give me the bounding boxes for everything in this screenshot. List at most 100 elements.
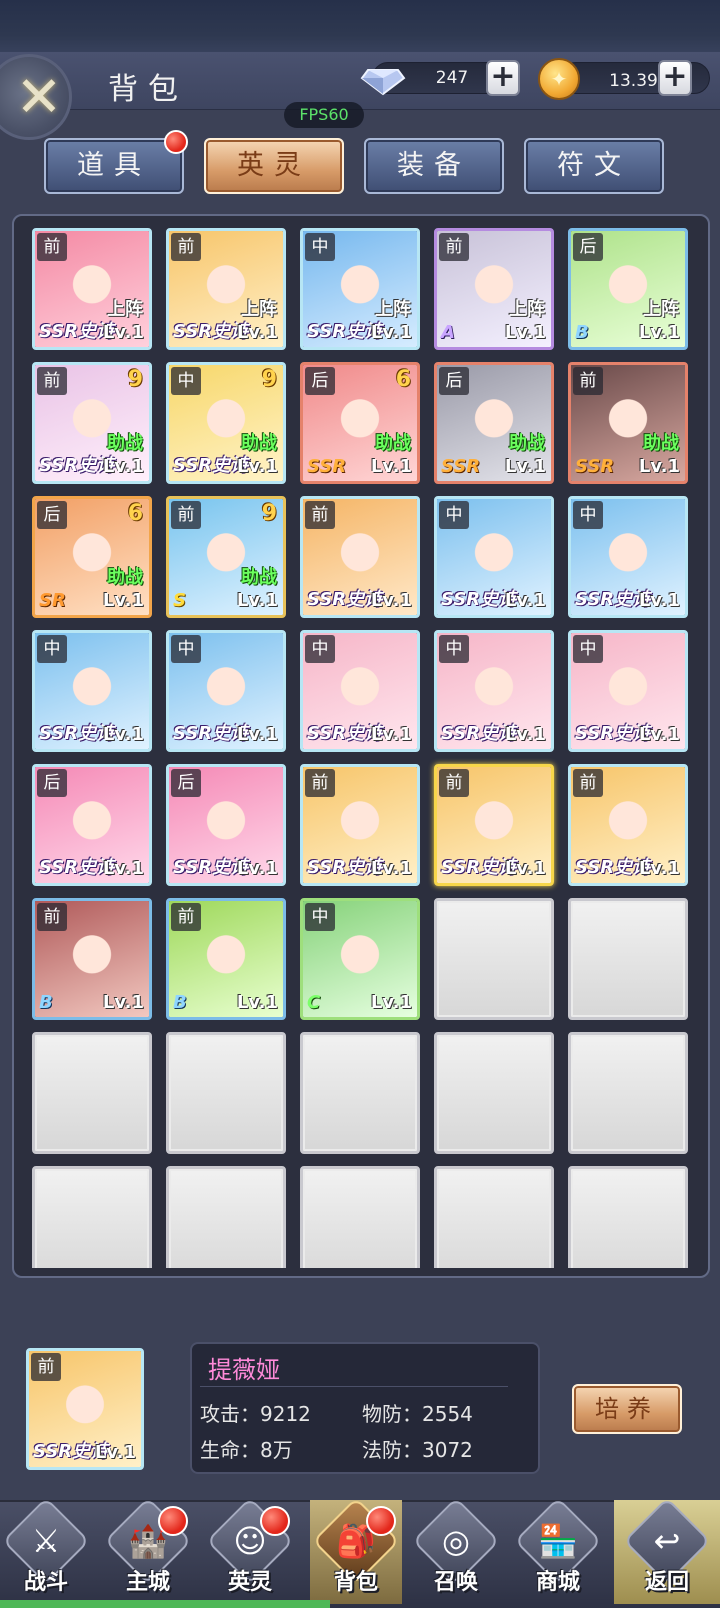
deploy-status: 助战: [241, 567, 277, 588]
rarity-badge: C: [307, 992, 321, 1013]
empty-slot[interactable]: [32, 1166, 152, 1268]
position-tag: 中: [573, 635, 603, 663]
hp-stat: 生命：8万: [200, 1434, 293, 1463]
tab-runes[interactable]: 符文: [524, 138, 664, 194]
hero-card[interactable]: 前 SSR史诗 Lv.1: [434, 764, 554, 886]
hero-card[interactable]: 前助战 SSR Lv.1: [568, 362, 688, 484]
deploy-status: 助战: [107, 567, 143, 588]
cultivate-button[interactable]: 培养: [572, 1384, 682, 1434]
close-button[interactable]: ✕: [0, 54, 72, 140]
gem-amount: 247: [435, 68, 469, 88]
deploy-status: 上阵: [509, 299, 545, 320]
position-tag: 后: [37, 501, 67, 529]
deploy-status: 助战: [375, 433, 411, 454]
hero-card[interactable]: 中 SSR史诗 Lv.1: [568, 496, 688, 618]
rarity-badge: SR: [39, 590, 66, 611]
hero-card[interactable]: 中上阵 SSR史诗 Lv.1: [300, 228, 420, 350]
position-tag: 中: [171, 635, 201, 663]
physical-defense-stat: 物防：2554: [362, 1398, 473, 1427]
empty-slot[interactable]: [300, 1166, 420, 1268]
empty-slot[interactable]: [434, 1032, 554, 1154]
level-label: Lv.1: [504, 456, 546, 477]
position-tag: 后: [37, 769, 67, 797]
nav-4[interactable]: ◎ 召唤: [410, 1497, 502, 1604]
position-tag: 前: [31, 1353, 61, 1381]
nav-label: 英灵: [227, 1569, 272, 1595]
level-label: Lv.1: [504, 322, 546, 343]
position-tag: 中: [439, 635, 469, 663]
notification-dot-icon: [164, 130, 188, 154]
hero-card[interactable]: 前 SSR史诗 Lv.1: [300, 764, 420, 886]
hero-card[interactable]: 后 SSR史诗 Lv.1: [166, 764, 286, 886]
hero-card[interactable]: 中 SSR史诗 Lv.1: [434, 496, 554, 618]
hero-card[interactable]: 中 SSR史诗 Lv.1: [300, 630, 420, 752]
hero-card[interactable]: 前 B Lv.1: [32, 898, 152, 1020]
empty-slot[interactable]: [434, 1166, 554, 1268]
hero-card[interactable]: 中 SSR史诗 Lv.1: [568, 630, 688, 752]
nav-2[interactable]: ☺ 英灵: [204, 1497, 296, 1604]
level-label: Lv.1: [638, 456, 680, 477]
hero-card[interactable]: 前 SSR史诗 Lv.1: [568, 764, 688, 886]
nav-3[interactable]: 🎒 背包: [310, 1497, 402, 1604]
empty-slot[interactable]: [166, 1166, 286, 1268]
hero-card[interactable]: 前 SSR史诗 Lv.1: [300, 496, 420, 618]
hero-card[interactable]: 后上阵 B Lv.1: [568, 228, 688, 350]
empty-slot[interactable]: [568, 1032, 688, 1154]
level-label: Lv.1: [370, 858, 412, 879]
position-tag: 前: [305, 501, 335, 529]
hero-card[interactable]: 后 6 助战 SR Lv.1: [32, 496, 152, 618]
hero-card[interactable]: 中 C Lv.1: [300, 898, 420, 1020]
fps-counter: FPS60: [284, 102, 364, 128]
nav-6[interactable]: ↩ 返回: [614, 1497, 720, 1604]
hero-card[interactable]: 后 SSR史诗 Lv.1: [32, 764, 152, 886]
empty-slot[interactable]: [300, 1032, 420, 1154]
hero-card[interactable]: 中 SSR史诗 Lv.1: [166, 630, 286, 752]
physical-defense-value: 2554: [422, 1402, 473, 1426]
hero-card[interactable]: 中 SSR史诗 Lv.1: [434, 630, 554, 752]
position-tag: 前: [171, 501, 201, 529]
position-tag: 前: [171, 903, 201, 931]
hero-card[interactable]: 前 9 助战 SSR史诗 Lv.1: [32, 362, 152, 484]
nav-0[interactable]: ⚔ 战斗: [0, 1497, 92, 1604]
nav-label: 召唤: [433, 1569, 478, 1595]
attack-stat: 攻击：9212: [200, 1398, 311, 1427]
tab-heroes[interactable]: 英灵: [204, 138, 344, 194]
rarity-badge: A: [441, 322, 455, 343]
empty-slot[interactable]: [32, 1032, 152, 1154]
magic-defense-value: 3072: [422, 1438, 473, 1462]
hero-card[interactable]: 前上阵 A Lv.1: [434, 228, 554, 350]
position-tag: 前: [37, 903, 67, 931]
star-count: 6: [395, 367, 411, 392]
tab-items[interactable]: 道具: [44, 138, 184, 194]
hero-card[interactable]: 中 9 助战 SSR史诗 Lv.1: [166, 362, 286, 484]
hero-card[interactable]: 后 6 助战 SSR Lv.1: [300, 362, 420, 484]
empty-slot[interactable]: [568, 1166, 688, 1268]
level-label: Lv.1: [236, 858, 278, 879]
tab-equipment[interactable]: 装备: [364, 138, 504, 194]
hero-name: 提薇娅: [208, 1356, 280, 1384]
hero-card[interactable]: 后助战 SSR Lv.1: [434, 362, 554, 484]
position-tag: 前: [439, 233, 469, 261]
nav-label: 商城: [535, 1569, 580, 1595]
hero-card[interactable]: 前 B Lv.1: [166, 898, 286, 1020]
selected-hero-card[interactable]: 前 SSR史诗 Lv.1: [26, 1348, 144, 1470]
nav-label: 战斗: [23, 1569, 68, 1595]
nav-label: 返回: [644, 1569, 689, 1595]
hero-card[interactable]: 前上阵 SSR史诗 Lv.1: [32, 228, 152, 350]
add-gems-button[interactable]: +: [486, 60, 520, 96]
nav-1[interactable]: 🏰 主城: [102, 1497, 194, 1604]
attack-label: 攻击：: [200, 1402, 260, 1426]
add-gold-button[interactable]: +: [658, 60, 692, 96]
empty-slot[interactable]: [166, 1032, 286, 1154]
position-tag: 前: [573, 367, 603, 395]
empty-slot[interactable]: [568, 898, 688, 1020]
hero-card[interactable]: 前上阵 SSR史诗 Lv.1: [166, 228, 286, 350]
hero-card[interactable]: 前 9 助战 S Lv.1: [166, 496, 286, 618]
nav-5[interactable]: 🏪 商城: [512, 1497, 604, 1604]
hero-card[interactable]: 中 SSR史诗 Lv.1: [32, 630, 152, 752]
hp-value: 8万: [260, 1438, 293, 1462]
magic-defense-label: 法防：: [362, 1438, 422, 1462]
position-tag: 前: [171, 233, 201, 261]
nav-glyph: 🏪: [538, 1522, 578, 1560]
empty-slot[interactable]: [434, 898, 554, 1020]
